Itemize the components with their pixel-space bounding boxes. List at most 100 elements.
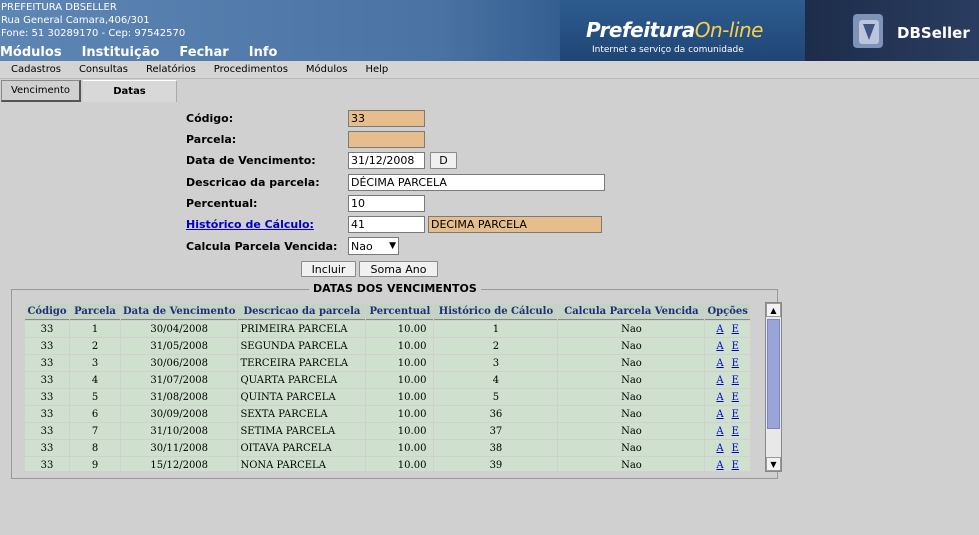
logo-title-accent: On-line [694, 18, 764, 42]
exclude-link[interactable]: E [732, 324, 739, 335]
cell-data: 31/07/2008 [121, 372, 238, 388]
historico-desc-field: DECIMA PARCELA [428, 216, 602, 233]
cell-codigo: 33 [25, 321, 69, 337]
submenu-help[interactable]: Help [365, 64, 388, 75]
cell-data: 15/12/2008 [121, 457, 238, 471]
vencimentos-fieldset: DATAS DOS VENCIMENTOS Código Parcela Dat… [11, 282, 782, 479]
menu-info[interactable]: Info [249, 45, 278, 60]
menu-instituicao[interactable]: Instituição [82, 45, 160, 60]
submenu-cadastros[interactable]: Cadastros [11, 64, 61, 75]
cell-descricao: SETIMA PARCELA [238, 423, 366, 439]
chevron-down-icon: ▼ [389, 241, 396, 251]
menu-fechar[interactable]: Fechar [179, 45, 228, 60]
cell-parcela: 5 [70, 389, 120, 405]
table-row: 33 2 31/05/2008 SEGUNDA PARCELA 10.00 2 Nao A E [25, 338, 750, 354]
cell-calcula: Nao [558, 338, 705, 354]
cell-codigo: 33 [25, 338, 69, 354]
submenu-consultas[interactable]: Consultas [79, 64, 128, 75]
col-calcula: Calcula Parcela Vencida [558, 304, 705, 320]
cell-data: 31/10/2008 [121, 423, 238, 439]
alter-link[interactable]: A [716, 460, 723, 471]
table-viewport: Código Parcela Data de Vencimento Descri… [24, 303, 755, 471]
exclude-link[interactable]: E [732, 358, 739, 369]
cell-parcela: 6 [70, 406, 120, 422]
submenu-procedimentos[interactable]: Procedimentos [214, 64, 288, 75]
alter-link[interactable]: A [716, 426, 723, 437]
exclude-link[interactable]: E [732, 375, 739, 386]
vencimentos-table: Código Parcela Data de Vencimento Descri… [24, 303, 751, 471]
date-picker-button[interactable]: D [430, 152, 457, 169]
org-info: PREFEITURA DBSELLER Rua General Camara,4… [1, 1, 185, 40]
cell-opcoes: AE [705, 389, 750, 405]
cell-percentual: 10.00 [366, 440, 434, 456]
cell-descricao: PRIMEIRA PARCELA [238, 321, 366, 337]
tab-bar: Vencimento Datas [0, 79, 979, 103]
cell-descricao: QUARTA PARCELA [238, 372, 366, 388]
cell-codigo: 33 [25, 389, 69, 405]
historico-link[interactable]: Histórico de Cálculo: [186, 218, 314, 231]
menu-modulos[interactable]: Módulos [0, 45, 62, 60]
parcela-field[interactable] [348, 131, 425, 148]
org-address: Rua General Camara,406/301 [1, 15, 150, 26]
cell-percentual: 10.00 [366, 389, 434, 405]
cell-calcula: Nao [558, 423, 705, 439]
historico-label[interactable]: Histórico de Cálculo: [186, 218, 314, 231]
descricao-label: Descricao da parcela: [186, 176, 320, 189]
cell-opcoes: AE [705, 338, 750, 354]
col-percentual: Percentual [366, 304, 434, 320]
incluir-button[interactable]: Incluir [301, 261, 356, 277]
arrow-down-icon: ▼ [770, 459, 777, 469]
exclude-link[interactable]: E [732, 460, 739, 471]
exclude-link[interactable]: E [732, 443, 739, 454]
alter-link[interactable]: A [716, 375, 723, 386]
cell-parcela: 7 [70, 423, 120, 439]
exclude-link[interactable]: E [732, 392, 739, 403]
alter-link[interactable]: A [716, 358, 723, 369]
alter-link[interactable]: A [716, 341, 723, 352]
prefeitura-logo: PrefeituraOn-line Internet a serviço da … [560, 0, 805, 61]
calcula-select[interactable]: Nao ▼ [348, 237, 399, 255]
descricao-field[interactable]: DÉCIMA PARCELA [348, 174, 605, 191]
cell-percentual: 10.00 [366, 321, 434, 337]
scroll-down-button[interactable]: ▼ [766, 457, 781, 471]
cell-descricao: SEXTA PARCELA [238, 406, 366, 422]
exclude-link[interactable]: E [732, 409, 739, 420]
exclude-link[interactable]: E [732, 426, 739, 437]
table-row: 33 8 30/11/2008 OITAVA PARCELA 10.00 38 Nao A E [25, 440, 750, 456]
submenu-relatorios[interactable]: Relatórios [146, 64, 196, 75]
cell-historico: 3 [434, 355, 558, 371]
scroll-up-button[interactable]: ▲ [766, 303, 781, 317]
cell-parcela: 4 [70, 372, 120, 388]
table-scrollbar[interactable]: ▲ ▼ [765, 302, 782, 472]
cell-calcula: Nao [558, 457, 705, 471]
cell-parcela: 2 [70, 338, 120, 354]
tab-datas[interactable]: Datas [83, 80, 177, 102]
historico-code-field[interactable]: 41 [348, 216, 425, 233]
col-parcela: Parcela [70, 304, 120, 320]
scroll-thumb[interactable] [767, 319, 780, 429]
cell-data: 31/05/2008 [121, 338, 238, 354]
calcula-selected: Nao [351, 239, 373, 253]
alter-link[interactable]: A [716, 409, 723, 420]
cell-codigo: 33 [25, 372, 69, 388]
alter-link[interactable]: A [716, 324, 723, 335]
percentual-label: Percentual: [186, 197, 258, 210]
soma-ano-button[interactable]: Soma Ano [359, 261, 438, 277]
codigo-field: 33 [348, 110, 425, 127]
cell-data: 31/08/2008 [121, 389, 238, 405]
cell-percentual: 10.00 [366, 372, 434, 388]
alter-link[interactable]: A [716, 392, 723, 403]
alter-link[interactable]: A [716, 443, 723, 454]
percentual-field[interactable]: 10 [348, 195, 425, 212]
col-codigo: Código [25, 304, 69, 320]
data-vencimento-field[interactable]: 31/12/2008 [348, 152, 425, 169]
submenu-modulos[interactable]: Módulos [306, 64, 348, 75]
tab-vencimento[interactable]: Vencimento [1, 80, 81, 102]
exclude-link[interactable]: E [732, 341, 739, 352]
cell-calcula: Nao [558, 440, 705, 456]
dbseller-logo: DBSeller [805, 0, 979, 61]
table-body: 33 1 30/04/2008 PRIMEIRA PARCELA 10.00 1 Nao A E… [25, 321, 750, 471]
cell-opcoes: AE [705, 321, 750, 337]
cell-descricao: NONA PARCELA [238, 457, 366, 471]
cell-historico: 36 [434, 406, 558, 422]
